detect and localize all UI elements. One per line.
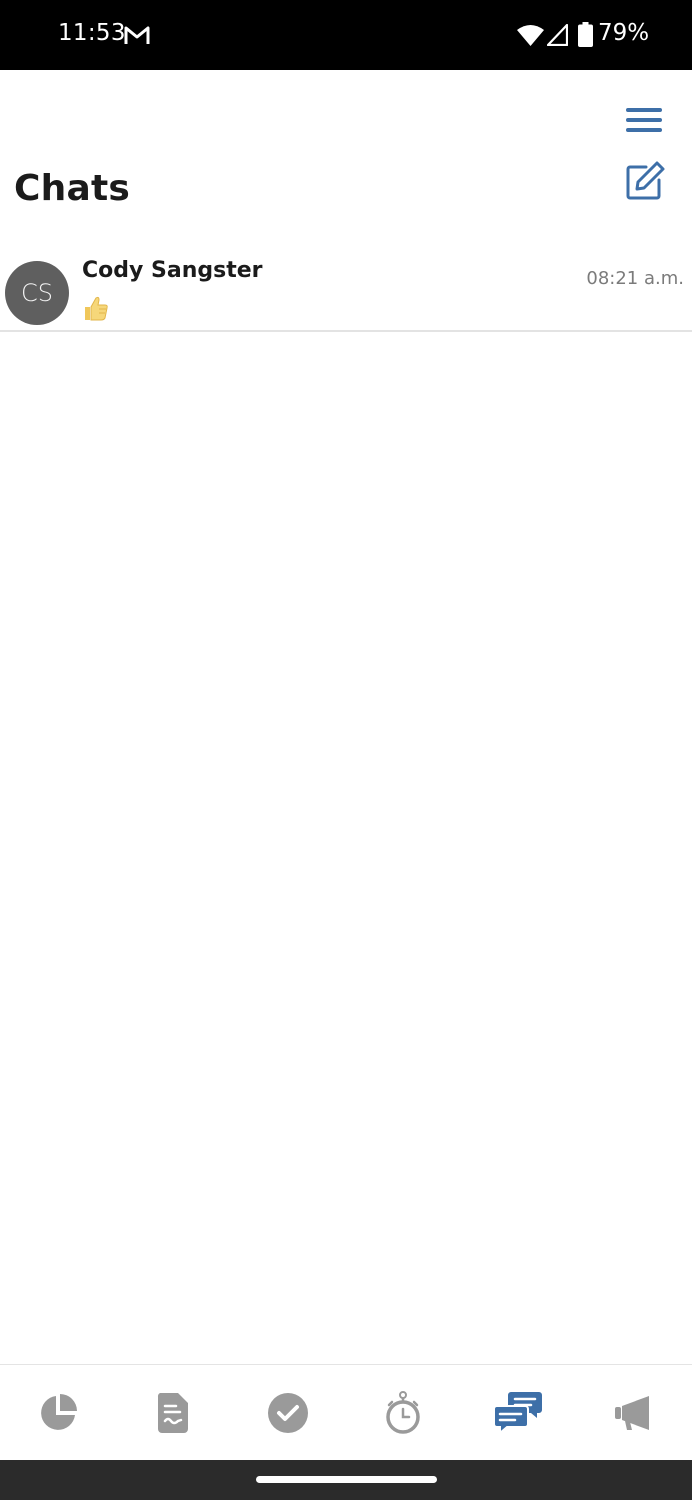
nav-tasks[interactable] [230, 1365, 345, 1461]
nav-chats[interactable] [460, 1365, 575, 1461]
compose-button[interactable] [624, 160, 666, 202]
battery-icon [578, 22, 593, 47]
battery-percent: 79% [598, 20, 650, 46]
chat-bubbles-icon [492, 1392, 542, 1436]
nav-timer[interactable] [345, 1365, 460, 1461]
pie-chart-icon [40, 1394, 77, 1430]
system-navigation-bar [0, 1460, 692, 1500]
nav-dashboard[interactable] [0, 1365, 115, 1461]
bottom-navigation [0, 1364, 692, 1460]
document-icon [157, 1393, 188, 1433]
nav-announcements[interactable] [575, 1365, 690, 1461]
status-bar: 11:53 79% [0, 0, 692, 70]
chat-list-item[interactable]: CS Cody Sangster 08:21 a.m. [0, 248, 692, 332]
cellular-signal-icon [547, 24, 568, 46]
avatar: CS [5, 261, 69, 325]
megaphone-icon [614, 1396, 649, 1430]
nav-documents[interactable] [115, 1365, 230, 1461]
stopwatch-icon [385, 1391, 420, 1434]
thumbs-up-icon [85, 296, 108, 321]
chat-timestamp: 08:21 a.m. [586, 268, 684, 289]
compose-edit-icon [626, 161, 665, 200]
avatar-initials: CS [21, 279, 53, 307]
check-circle-icon [267, 1393, 308, 1433]
status-time: 11:53 [58, 20, 126, 46]
page-title: Chats [14, 168, 130, 209]
home-gesture-handle[interactable] [256, 1476, 437, 1483]
hamburger-menu-icon [626, 108, 662, 132]
wifi-icon [517, 25, 544, 46]
chat-contact-name: Cody Sangster [82, 258, 263, 283]
gmail-icon [124, 26, 150, 44]
menu-button[interactable] [624, 104, 664, 136]
